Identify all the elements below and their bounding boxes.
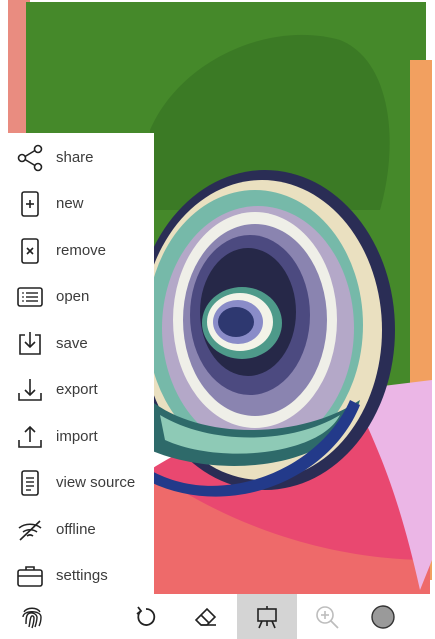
settings-icon: [17, 566, 43, 587]
offline-icon: [18, 520, 42, 541]
color-swatch-icon: [371, 604, 395, 629]
menu-item-label: save: [56, 335, 88, 352]
view-source-icon: [21, 470, 39, 496]
open-icon: [17, 287, 43, 307]
easel-button[interactable]: [237, 594, 297, 639]
menu-item-label: offline: [56, 521, 96, 538]
menu-item-view-source[interactable]: view source: [0, 460, 154, 506]
menu-item-label: remove: [56, 242, 107, 259]
app-window: share new remove open save export import…: [0, 0, 435, 639]
share-icon: [17, 144, 43, 172]
easel-icon: [257, 605, 277, 628]
remove-icon: [21, 238, 39, 264]
menu-item-export[interactable]: export: [0, 367, 154, 413]
menu-item-label: view source: [56, 474, 136, 491]
menu-item-label: export: [56, 381, 98, 398]
menu-item-remove[interactable]: remove: [0, 228, 154, 274]
menu-item-settings[interactable]: settings: [0, 553, 154, 599]
menu-item-new[interactable]: new: [0, 181, 154, 227]
menu-item-import[interactable]: import: [0, 414, 154, 460]
undo-button[interactable]: [124, 594, 168, 639]
zoom-in-button[interactable]: [305, 594, 349, 639]
save-icon: [19, 332, 41, 355]
bottom-toolbar: [0, 594, 435, 639]
undo-icon: [136, 605, 156, 626]
menu-item-label: open: [56, 288, 90, 305]
import-icon: [18, 425, 42, 448]
menu-item-share[interactable]: share: [0, 135, 154, 181]
side-menu: share new remove open save export import…: [0, 133, 154, 594]
menu-item-label: new: [56, 195, 84, 212]
fingerprint-icon: [22, 607, 42, 628]
eraser-icon: [194, 607, 217, 626]
menu-item-label: import: [56, 428, 98, 445]
zoom-in-icon: [316, 605, 339, 629]
new-icon: [21, 191, 39, 217]
menu-item-label: settings: [56, 567, 108, 584]
menu-item-save[interactable]: save: [0, 321, 154, 367]
menu-item-label: share: [56, 149, 94, 166]
eraser-button[interactable]: [184, 594, 228, 639]
color-swatch-button[interactable]: [361, 594, 405, 639]
export-icon: [18, 379, 42, 401]
menu-item-open[interactable]: open: [0, 274, 154, 320]
fingerprint-button[interactable]: [10, 594, 54, 639]
menu-item-offline[interactable]: offline: [0, 507, 154, 553]
